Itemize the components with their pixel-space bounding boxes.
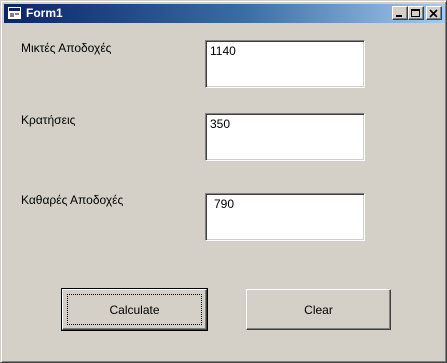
calculate-button[interactable]: Calculate	[61, 288, 208, 331]
gross-pay-label: Μικτές Αποδοχές	[21, 41, 112, 55]
app-icon[interactable]	[8, 7, 21, 19]
window-title: Form1	[26, 6, 63, 20]
net-pay-input[interactable]: 790	[205, 193, 365, 241]
clear-button-label: Clear	[304, 302, 333, 317]
clear-button[interactable]: Clear	[246, 289, 391, 330]
title-bar[interactable]: Form1	[4, 4, 445, 23]
maximize-button[interactable]	[408, 6, 424, 20]
minimize-button[interactable]	[392, 6, 408, 20]
minimize-icon	[396, 15, 402, 17]
close-icon	[429, 9, 438, 18]
deductions-input[interactable]: 350	[205, 113, 365, 161]
net-pay-label: Καθαρές Αποδοχές	[21, 193, 124, 207]
gross-pay-input[interactable]: 1140	[205, 40, 365, 88]
focus-rect	[67, 294, 202, 325]
form1-window: Form1 Μικτές Αποδοχές 1140 Κρατήσεις 350…	[0, 0, 447, 363]
deductions-label: Κρατήσεις	[21, 113, 76, 127]
maximize-icon	[411, 9, 420, 17]
close-button[interactable]	[426, 6, 442, 20]
